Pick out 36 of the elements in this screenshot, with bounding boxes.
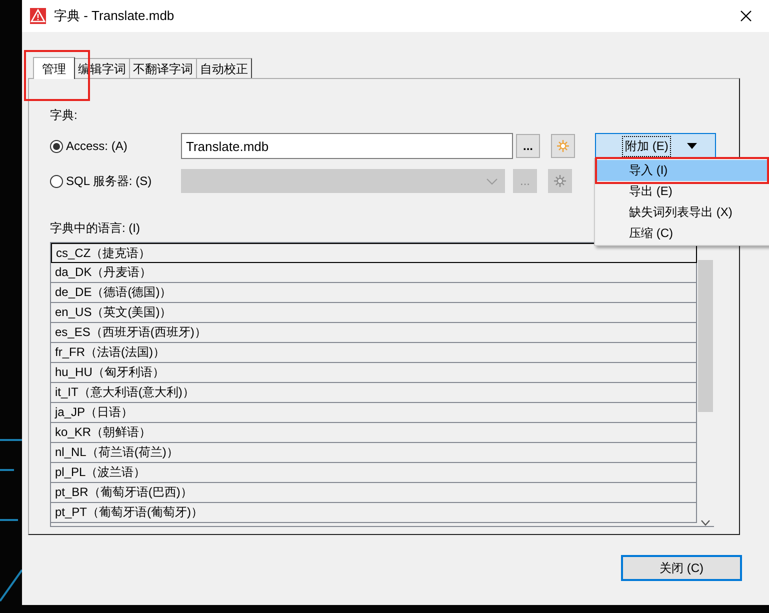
scroll-thumb[interactable] xyxy=(698,260,713,412)
list-item[interactable]: nl_NL（荷兰语(荷兰)） xyxy=(51,443,697,463)
sun-icon xyxy=(554,175,566,187)
list-label: 字典中的语言: (I) xyxy=(50,220,140,236)
browse-button[interactable]: ... xyxy=(516,134,540,158)
list-item[interactable]: it_IT（意大利语(意大利)） xyxy=(51,383,697,403)
radio-button[interactable]: Access: (A) xyxy=(50,139,181,153)
list-item[interactable]: ja_JP（日语） xyxy=(51,403,697,423)
menu-item[interactable]: 缺失词列表导出 (X) xyxy=(595,202,769,223)
tab[interactable]: 自动校正 xyxy=(196,58,252,78)
window-title: 字典 - Translate.mdb xyxy=(54,7,176,25)
list-item[interactable]: pl_PL（波兰语） xyxy=(51,463,697,483)
list-item[interactable]: da_DK（丹麦语） xyxy=(51,263,697,283)
list-item[interactable]: es_ES（西班牙语(西班牙)） xyxy=(51,323,697,343)
list-item[interactable]: fr_FR（法语(法国)） xyxy=(51,343,697,363)
scroll-down-icon[interactable] xyxy=(701,520,710,526)
tab[interactable]: 不翻译字词 xyxy=(129,58,197,78)
attach-button[interactable]: 附加 (E) xyxy=(595,132,716,160)
list-item[interactable]: cs_CZ（捷克语） xyxy=(51,243,697,263)
list-item[interactable]: pt_BR（葡萄牙语(巴西)） xyxy=(51,483,697,503)
list-item[interactable]: hu_HU（匈牙利语） xyxy=(51,363,697,383)
list-item[interactable]: de_DE（德语(德国)） xyxy=(51,283,697,303)
list-item[interactable]: en_US（英文(美国)） xyxy=(51,303,697,323)
list-item[interactable]: ko_KR（朝鲜语） xyxy=(51,423,697,443)
menu-item[interactable]: 导出 (E) xyxy=(595,181,769,202)
list-item[interactable]: pt_PT（葡萄牙语(葡萄牙)） xyxy=(51,503,697,523)
sun-icon xyxy=(557,140,569,152)
warning-icon xyxy=(30,8,46,24)
close-button[interactable]: 关闭 (C) xyxy=(621,555,742,581)
tab[interactable]: 管理 xyxy=(33,57,75,79)
menu-item[interactable]: 压缩 (C) xyxy=(595,223,769,244)
caret-icon xyxy=(687,143,698,149)
menu-item[interactable]: 导入 (I) xyxy=(597,160,767,181)
file-field[interactable]: Translate.mdb xyxy=(181,133,513,159)
chevron-icon xyxy=(486,178,498,184)
section-label: 字典: xyxy=(50,107,78,123)
